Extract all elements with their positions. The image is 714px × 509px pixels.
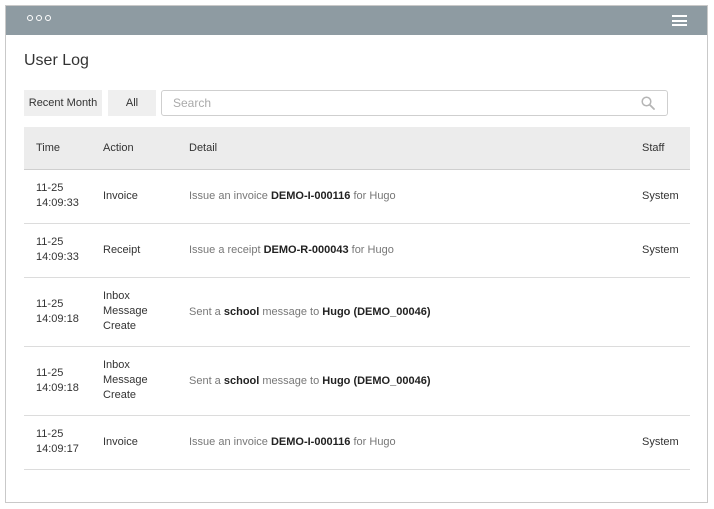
header-action[interactable]: Action xyxy=(103,127,189,170)
time-cell: 11-25 14:09:33 xyxy=(24,169,103,224)
time-cell-line: 11-25 xyxy=(36,366,64,379)
detail-text: Issue an invoice xyxy=(189,190,271,202)
detail-highlight: DEMO-R-000043 xyxy=(263,244,349,256)
table-header-row: Time Action Detail Staff xyxy=(24,127,690,170)
action-cell-line: Receipt xyxy=(103,243,141,256)
window-dot-icon[interactable] xyxy=(27,15,33,21)
app-window: User Log Recent Month All Time Action De… xyxy=(5,5,708,503)
time-cell-line: 14:09:18 xyxy=(36,312,79,325)
detail-highlight: Hugo (DEMO_00046) xyxy=(322,374,431,387)
menu-icon[interactable] xyxy=(672,15,687,26)
detail-cell: Sent a school message to Hugo (DEMO_0004… xyxy=(189,277,642,347)
time-cell: 11-25 14:09:18 xyxy=(24,277,103,347)
page-title: User Log xyxy=(24,52,89,69)
recent-month-button[interactable]: Recent Month xyxy=(24,90,102,116)
detail-text: Sent a xyxy=(189,374,224,387)
detail-text: for Hugo xyxy=(348,244,394,256)
detail-text: message to xyxy=(259,305,323,318)
table-row[interactable]: 11-25 14:09:33 Receipt Issue a receipt DEMO… xyxy=(24,223,690,278)
staff-cell: System xyxy=(642,223,690,278)
staff-cell xyxy=(642,346,690,416)
table-body: 11-25 14:09:33 Invoice Issue an invoice DEM… xyxy=(24,169,690,470)
detail-text: for Hugo xyxy=(350,190,396,202)
action-cell-line: Create xyxy=(103,389,137,401)
detail-highlight: school xyxy=(223,374,260,387)
action-cell-line: Create xyxy=(103,320,137,332)
window-dot-icon[interactable] xyxy=(36,15,42,21)
table-row[interactable]: 11-25 14:09:33 Invoice Issue an invoice DEM… xyxy=(24,169,690,224)
time-cell-line: 11-25 xyxy=(36,182,64,194)
detail-text: Issue a receipt xyxy=(189,244,264,256)
action-cell: Inbox Message Create xyxy=(103,277,189,347)
action-cell: Invoice xyxy=(103,415,189,470)
detail-cell: Issue a receipt DEMO-R-000043 for Hugo xyxy=(189,223,642,278)
time-cell: 11-25 14:09:18 xyxy=(24,346,103,416)
header-staff[interactable]: Staff xyxy=(642,127,690,170)
detail-highlight: DEMO-I-000116 xyxy=(270,190,351,202)
window-controls xyxy=(27,15,51,21)
user-log-table: Time Action Detail Staff 11-25 14:09:33 In… xyxy=(24,127,690,470)
detail-cell: Issue an invoice DEMO-I-000116 for Hugo xyxy=(189,415,642,470)
action-cell-line: Message xyxy=(103,305,148,317)
action-cell-line: Inbox xyxy=(103,290,130,302)
action-cell-line: Inbox xyxy=(103,359,130,371)
detail-highlight: school xyxy=(223,305,260,318)
table-row[interactable]: 11-25 14:09:18 Inbox Message Create Sent a sc… xyxy=(24,346,690,416)
detail-text: message to xyxy=(259,374,323,387)
header-detail[interactable]: Detail xyxy=(189,127,642,170)
time-cell-line: 11-25 xyxy=(36,236,64,248)
search-icon[interactable] xyxy=(641,96,655,110)
search-input[interactable] xyxy=(162,91,633,115)
detail-cell: Sent a school message to Hugo (DEMO_0004… xyxy=(189,346,642,416)
detail-cell: Issue an invoice DEMO-I-000116 for Hugo xyxy=(189,169,642,224)
table-row[interactable]: 11-25 14:09:18 Inbox Message Create Sent a sc… xyxy=(24,277,690,347)
window-dot-icon[interactable] xyxy=(45,15,51,21)
action-cell: Inbox Message Create xyxy=(103,346,189,416)
time-cell-line: 14:09:33 xyxy=(36,197,79,209)
detail-text: for Hugo xyxy=(350,436,396,448)
action-cell-line: Invoice xyxy=(103,189,138,202)
detail-highlight: DEMO-I-000116 xyxy=(270,436,351,448)
action-cell: Receipt xyxy=(103,223,189,278)
all-button[interactable]: All xyxy=(108,90,156,116)
detail-text: Issue an invoice xyxy=(189,436,271,448)
search-box xyxy=(161,90,668,116)
staff-cell: System xyxy=(642,415,690,470)
time-cell-line: 14:09:18 xyxy=(36,381,79,394)
time-cell-line: 11-25 xyxy=(36,297,64,310)
staff-cell xyxy=(642,277,690,347)
time-cell: 11-25 14:09:17 xyxy=(24,415,103,470)
action-cell-line: Invoice xyxy=(103,435,138,448)
staff-cell: System xyxy=(642,169,690,224)
action-cell-line: Message xyxy=(103,374,148,386)
time-cell-line: 14:09:17 xyxy=(36,443,79,455)
time-cell-line: 14:09:33 xyxy=(36,251,79,263)
time-cell-line: 11-25 xyxy=(36,428,64,440)
title-bar xyxy=(6,6,707,35)
detail-highlight: Hugo (DEMO_00046) xyxy=(322,305,431,318)
detail-text: Sent a xyxy=(189,305,224,318)
action-cell: Invoice xyxy=(103,169,189,224)
time-cell: 11-25 14:09:33 xyxy=(24,223,103,278)
table-row[interactable]: 11-25 14:09:17 Invoice Issue an invoice DEM… xyxy=(24,415,690,470)
header-time[interactable]: Time xyxy=(24,127,103,170)
